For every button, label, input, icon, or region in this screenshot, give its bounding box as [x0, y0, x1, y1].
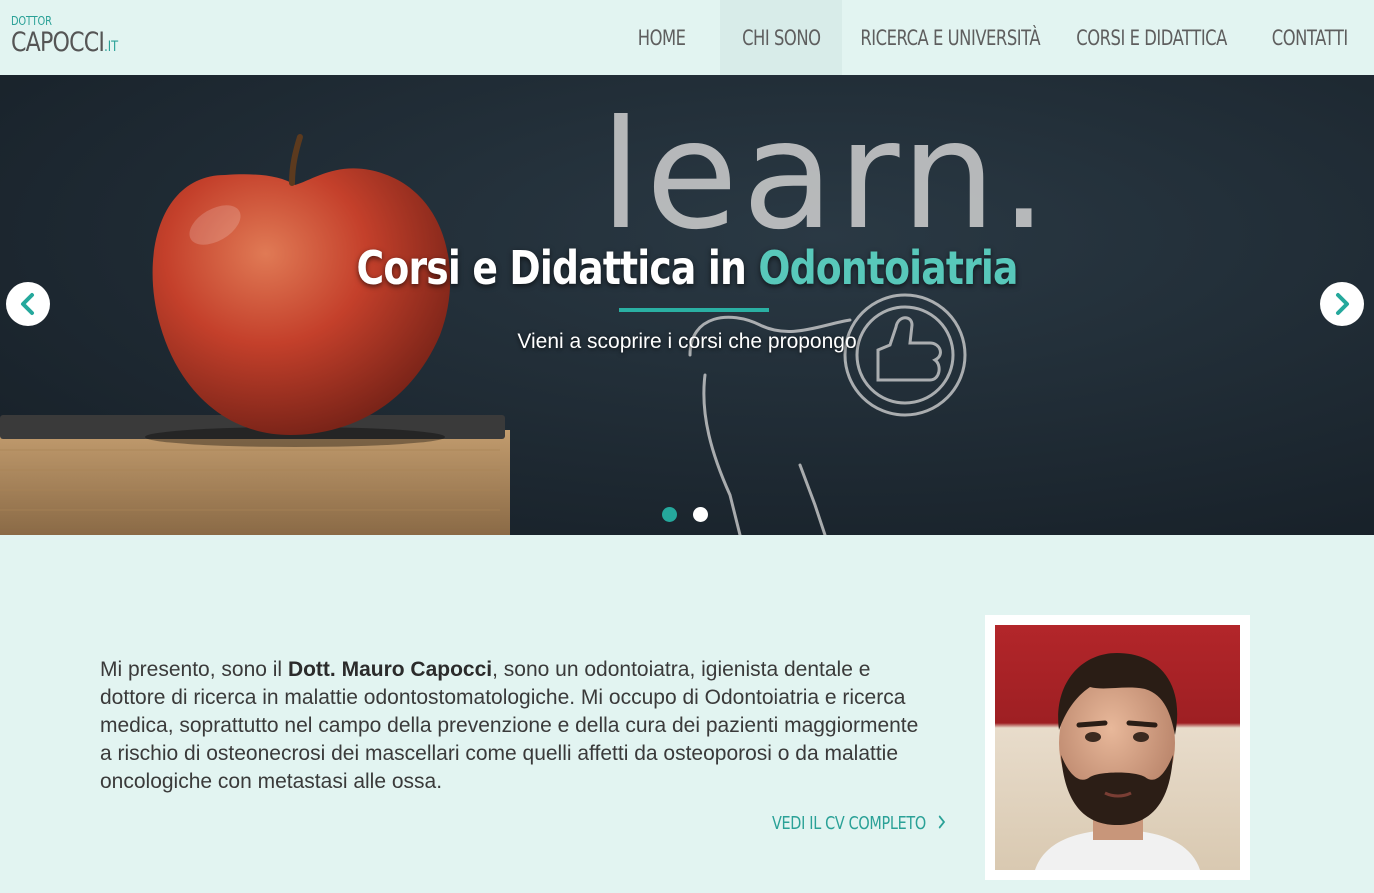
about-paragraph: Mi presento, sono il Dott. Mauro Capocci… [100, 656, 930, 796]
slider-pagination [662, 507, 708, 522]
hero-slider: learn. Corsi e Didattica in Odontoiatria… [0, 75, 1374, 535]
chevron-right-icon [938, 815, 945, 829]
main-nav: HOME CHI SONO RICERCA E UNIVERSITÀ CORSI… [604, 0, 1374, 75]
nav-ricerca[interactable]: RICERCA E UNIVERSITÀ [842, 0, 1058, 75]
logo-tld: .IT [104, 39, 119, 55]
about-intro: Mi presento, sono il [100, 658, 288, 681]
profile-photo-frame [985, 615, 1250, 880]
nav-contatti[interactable]: CONTATTI [1246, 0, 1374, 75]
chevron-left-icon [21, 293, 34, 315]
nav-chi-sono[interactable]: CHI SONO [720, 0, 842, 75]
hero-divider [619, 308, 769, 312]
nav-corsi[interactable]: CORSI E DIDATTICA [1058, 0, 1246, 75]
chevron-right-icon [1336, 293, 1349, 315]
hero-subtitle: Vieni a scoprire i corsi che propongo [517, 330, 857, 353]
slider-next-button[interactable] [1320, 282, 1364, 326]
site-header: DOTTOR CAPOCCI.IT HOME CHI SONO RICERCA … [0, 0, 1374, 75]
profile-photo [995, 625, 1240, 870]
site-logo[interactable]: DOTTOR CAPOCCI.IT [11, 14, 142, 62]
chalk-word: learn. [600, 89, 1052, 263]
hero-background-image: learn. [0, 75, 1374, 535]
nav-contatti-label: CONTATTI [1271, 25, 1349, 50]
hero-title: Corsi e Didattica in Odontoiatria [0, 241, 1374, 295]
slider-prev-button[interactable] [6, 282, 50, 326]
hero-title-accent: Odontoiatria [758, 241, 1018, 295]
logo-main: CAPOCCI.IT [11, 28, 118, 62]
slider-dot-1[interactable] [662, 507, 677, 522]
nav-home[interactable]: HOME [604, 0, 720, 75]
logo-top: DOTTOR [11, 14, 52, 28]
slider-dot-2[interactable] [693, 507, 708, 522]
hero-title-main: Corsi e Didattica in [356, 241, 746, 295]
nav-ricerca-label: RICERCA E UNIVERSITÀ [860, 25, 1040, 50]
nav-chi-sono-label: CHI SONO [741, 25, 821, 50]
cv-link-label: VEDI IL CV COMPLETO [772, 813, 926, 834]
cv-link[interactable]: VEDI IL CV COMPLETO [772, 813, 990, 834]
nav-home-label: HOME [638, 25, 686, 50]
nav-corsi-label: CORSI E DIDATTICA [1076, 25, 1228, 50]
logo-name: CAPOCCI [11, 27, 105, 58]
about-name: Dott. Mauro Capocci [287, 658, 493, 681]
